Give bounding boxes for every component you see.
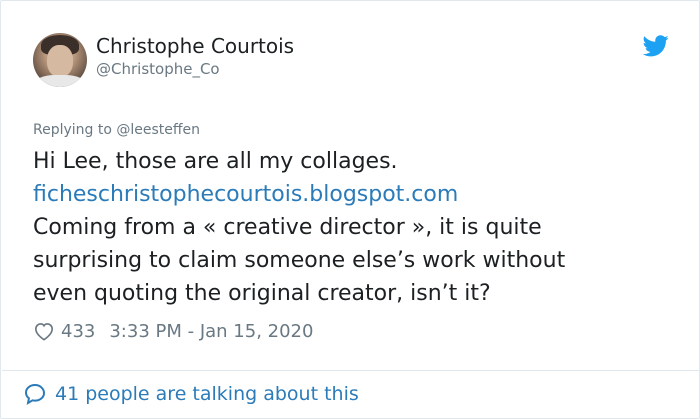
avatar-shirt [35, 75, 85, 87]
tweet-meta: 433 3:33 PM - Jan 15, 2020 [33, 319, 313, 343]
twitter-bird-icon[interactable] [643, 35, 669, 57]
tweet-line: Hi Lee, those are all my collages. [33, 149, 398, 174]
author-name[interactable]: Christophe Courtois [96, 34, 294, 58]
divider [2, 370, 700, 371]
speech-bubble-icon [24, 383, 46, 405]
tweet-line: surprising to claim someone else’s work … [33, 248, 566, 273]
timestamp[interactable]: 3:33 PM - Jan 15, 2020 [109, 321, 313, 342]
tweet-link[interactable]: ficheschristophecourtois.blogspot.com [33, 178, 673, 211]
conversation-link[interactable]: 41 people are talking about this [23, 382, 359, 406]
avatar-face [47, 45, 73, 77]
replying-to[interactable]: Replying to @leesteffen [33, 121, 200, 139]
conversation-label[interactable]: 41 people are talking about this [55, 383, 359, 405]
author-handle[interactable]: @Christophe_Co [96, 59, 220, 79]
tweet-text: Hi Lee, those are all my collages. fiche… [33, 145, 673, 310]
like-count[interactable]: 433 [61, 321, 95, 342]
tweet-card: Christophe Courtois @Christophe_Co Reply… [0, 0, 700, 419]
heart-icon[interactable] [33, 321, 55, 341]
avatar[interactable] [33, 33, 87, 87]
tweet-line: Coming from a « creative director », it … [33, 215, 542, 240]
tweet-line: even quoting the original creator, isn’t… [33, 281, 491, 306]
